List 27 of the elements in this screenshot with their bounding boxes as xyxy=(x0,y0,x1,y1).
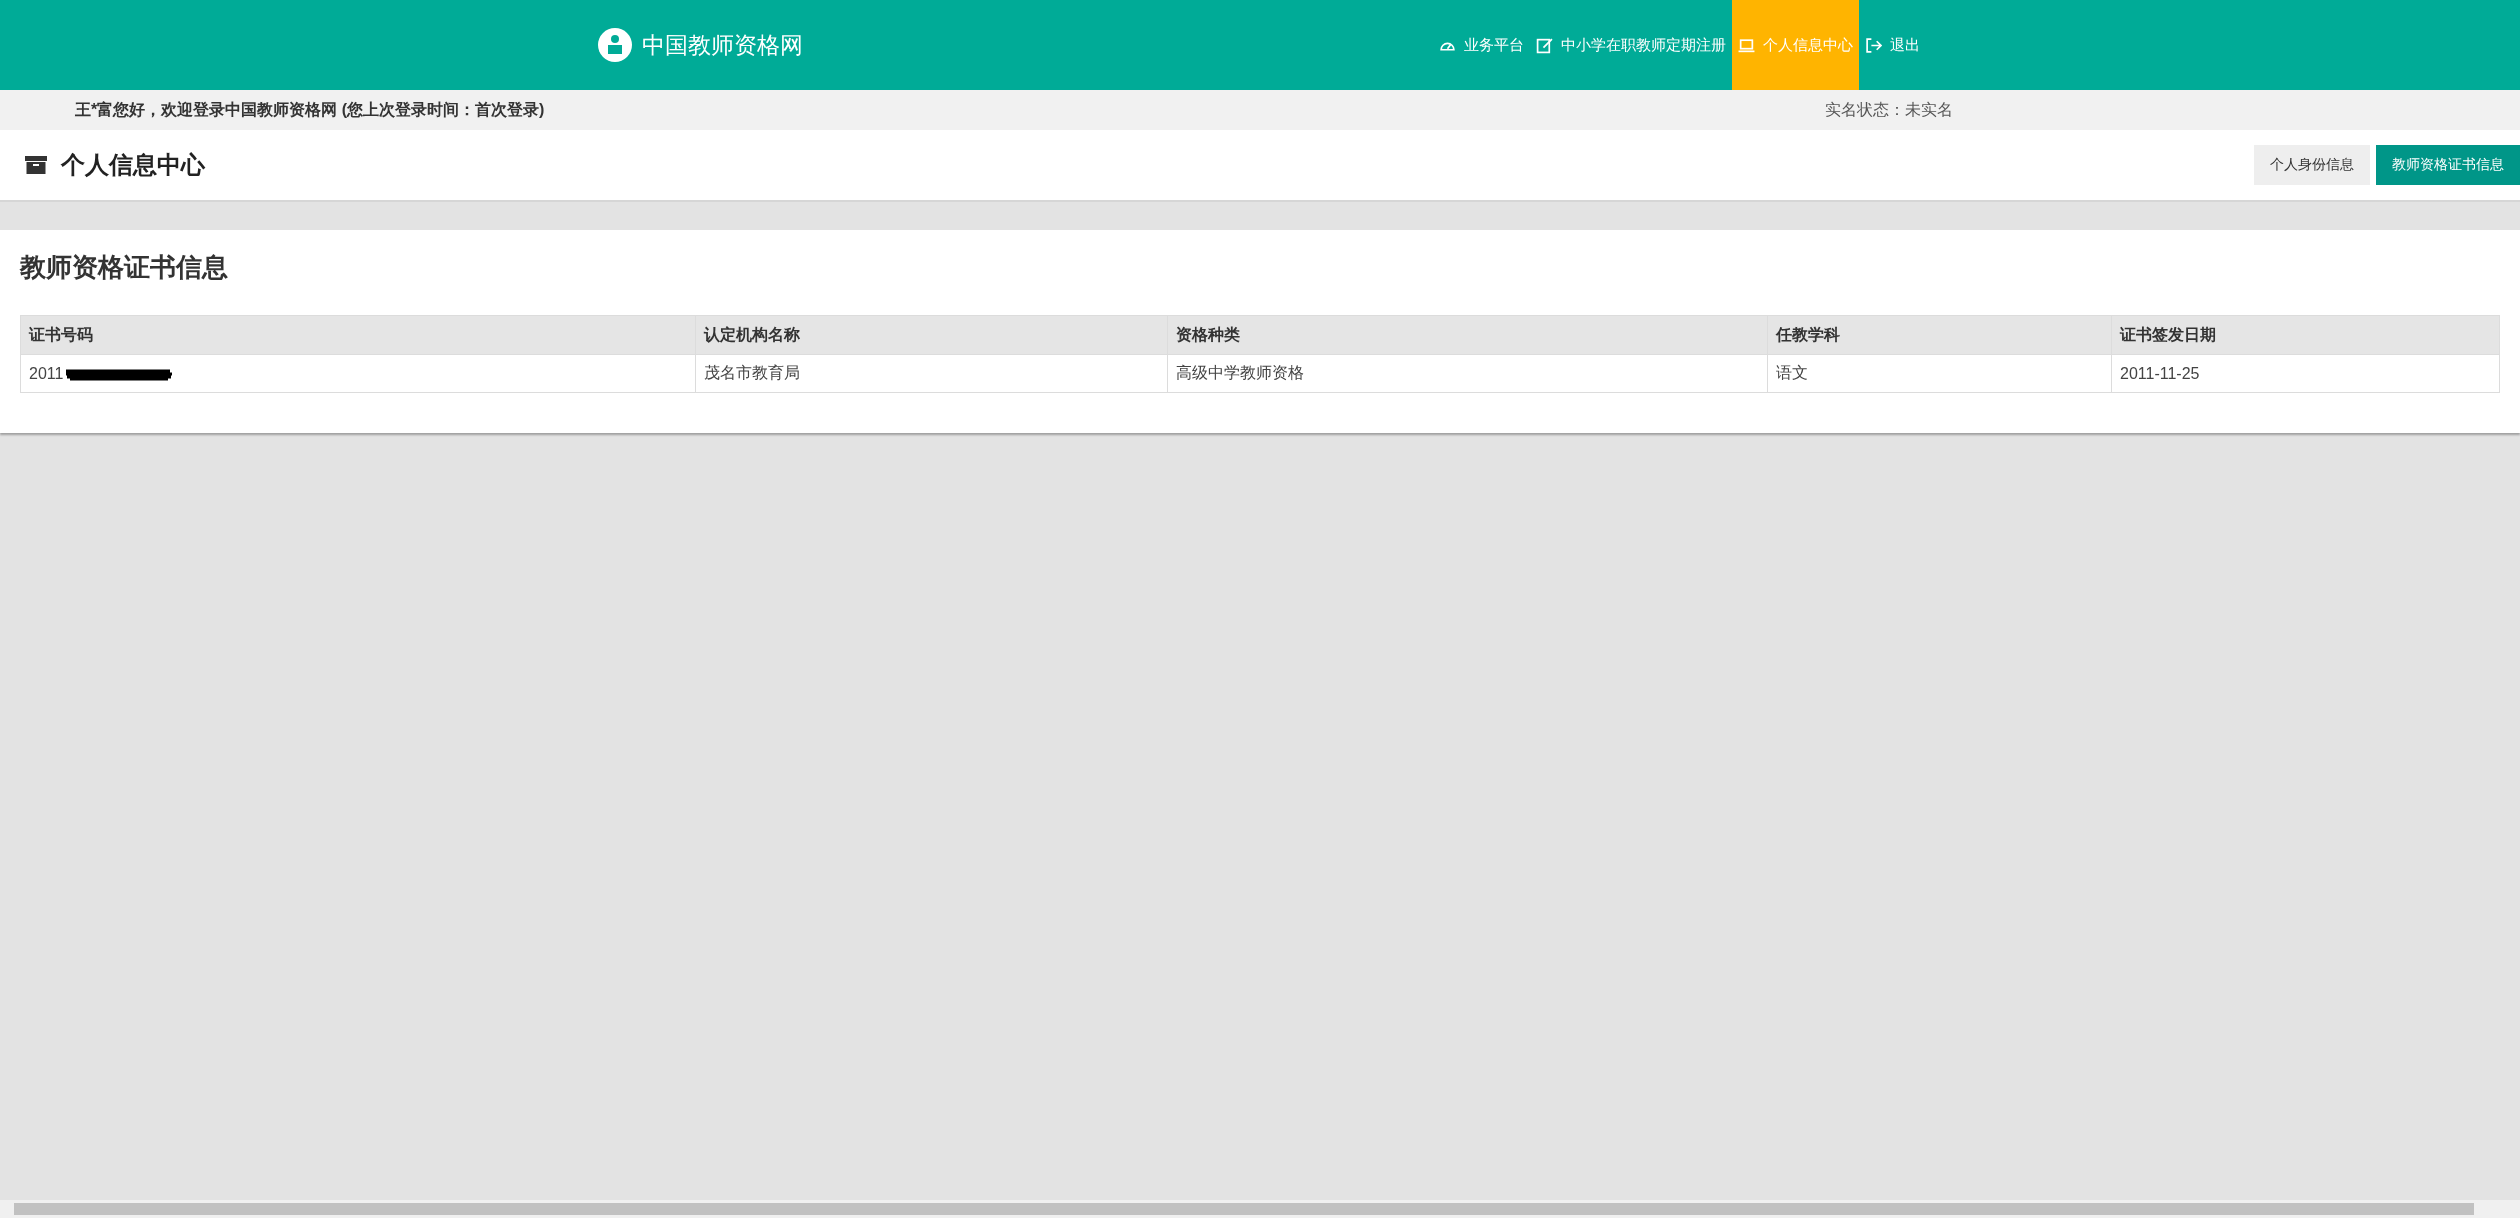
column-header: 证书号码 xyxy=(20,315,696,355)
page-title: 个人信息中心 xyxy=(61,150,206,180)
table-cell: 语文 xyxy=(1767,354,2112,393)
archive-icon xyxy=(25,156,47,174)
nav-link[interactable]: 业务平台 xyxy=(1433,0,1530,90)
nav-link[interactable]: 中小学在职教师定期注册 xyxy=(1530,0,1732,90)
table-cell: 高级中学教师资格 xyxy=(1167,354,1768,393)
column-header: 认定机构名称 xyxy=(695,315,1168,355)
laptop-icon xyxy=(1738,36,1755,54)
tab[interactable]: 个人身份信息 xyxy=(2254,145,2370,185)
column-header: 证书签发日期 xyxy=(2111,315,2500,355)
column-header: 资格种类 xyxy=(1167,315,1768,355)
edit-icon xyxy=(1536,36,1553,54)
nav-link[interactable]: 个人信息中心 xyxy=(1732,0,1859,90)
card-title: 教师资格证书信息 xyxy=(20,251,229,284)
verification-status: 实名状态：未实名 xyxy=(1825,99,1953,120)
nav-link[interactable]: 退出 xyxy=(1859,0,1926,90)
welcome-message: 王*富您好，欢迎登录中国教师资格网 (您上次登录时间：首次登录) xyxy=(75,99,546,120)
site-title: 中国教师资格网 xyxy=(642,30,803,60)
table-cell: 2011-11-25 xyxy=(2111,354,2500,393)
logo-icon xyxy=(598,28,632,62)
table-cell: 茂名市教育局 xyxy=(695,354,1168,393)
scrollbar[interactable] xyxy=(0,1200,2520,1218)
table-cell: 2011 xyxy=(20,354,696,393)
logout-icon xyxy=(1865,36,1882,54)
tab[interactable]: 教师资格证书信息 xyxy=(2376,145,2520,185)
column-header: 任教学科 xyxy=(1767,315,2112,355)
